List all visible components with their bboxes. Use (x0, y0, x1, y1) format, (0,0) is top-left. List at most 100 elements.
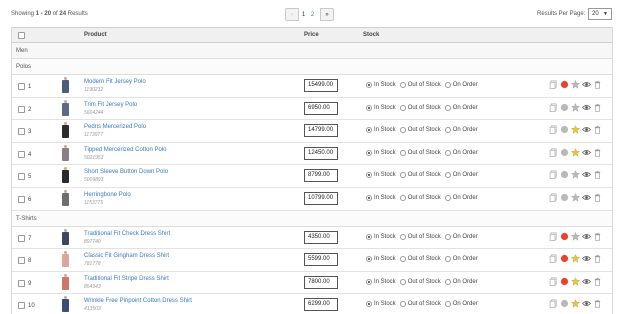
product-name-link[interactable]: Modern Fit Jersey Polo (84, 79, 146, 85)
delete-trash-icon[interactable] (593, 125, 602, 134)
on-order-radio[interactable]: On Order (444, 104, 478, 111)
delete-trash-icon[interactable] (593, 299, 602, 308)
product-name-link[interactable]: Herringbone Polo (84, 192, 131, 198)
status-dot-icon[interactable] (560, 254, 569, 263)
status-dot-icon[interactable] (560, 299, 569, 308)
featured-star-icon[interactable] (571, 147, 580, 157)
row-checkbox[interactable] (18, 257, 25, 265)
product-thumbnail[interactable] (61, 99, 70, 117)
out-of-stock-radio[interactable]: Out of Stock (399, 256, 441, 263)
row-checkbox[interactable] (18, 195, 25, 203)
on-order-radio[interactable]: On Order (444, 256, 478, 263)
out-of-stock-radio[interactable]: Out of Stock (399, 278, 441, 285)
status-dot-icon[interactable] (560, 125, 569, 134)
product-name-link[interactable]: Traditional Fit Check Dress Shirt (84, 231, 170, 237)
copy-icon[interactable] (549, 148, 558, 157)
delete-trash-icon[interactable] (593, 277, 602, 286)
in-stock-radio[interactable]: In Stock (366, 172, 396, 179)
select-all-checkbox[interactable] (18, 32, 25, 39)
price-input[interactable]: 14799.00 (304, 124, 338, 138)
row-checkbox[interactable] (18, 279, 25, 287)
per-page-select[interactable]: 20 ▼ (588, 8, 612, 20)
on-order-radio[interactable]: On Order (444, 149, 478, 156)
out-of-stock-radio[interactable]: Out of Stock (399, 82, 441, 88)
copy-icon[interactable] (549, 170, 558, 180)
delete-trash-icon[interactable] (593, 254, 602, 263)
on-order-radio[interactable]: On Order (444, 194, 478, 201)
product-thumbnail[interactable] (61, 122, 70, 139)
status-dot-icon[interactable] (560, 232, 569, 241)
product-thumbnail[interactable] (61, 273, 70, 291)
price-input[interactable]: 6950.00 (304, 101, 338, 115)
copy-icon[interactable] (549, 232, 558, 241)
in-stock-radio[interactable]: In Stock (366, 104, 396, 111)
product-thumbnail[interactable] (61, 296, 70, 313)
in-stock-radio[interactable]: In Stock (366, 149, 396, 156)
status-dot-icon[interactable] (560, 170, 569, 179)
view-eye-icon[interactable] (582, 125, 591, 134)
product-thumbnail[interactable] (61, 144, 70, 162)
view-eye-icon[interactable] (582, 232, 591, 241)
featured-star-icon[interactable] (571, 102, 580, 112)
in-stock-radio[interactable]: In Stock (366, 82, 396, 88)
status-dot-icon[interactable] (560, 193, 569, 202)
featured-star-icon[interactable] (571, 170, 580, 180)
copy-icon[interactable] (549, 103, 558, 112)
on-order-radio[interactable]: On Order (444, 278, 478, 285)
copy-icon[interactable] (549, 299, 558, 309)
featured-star-icon[interactable] (571, 231, 580, 241)
delete-trash-icon[interactable] (593, 148, 602, 157)
on-order-radio[interactable]: On Order (444, 172, 478, 179)
in-stock-radio[interactable]: In Stock (366, 256, 396, 263)
price-input[interactable]: 10799.00 (304, 191, 338, 205)
featured-star-icon[interactable] (571, 299, 580, 309)
product-thumbnail[interactable] (61, 77, 70, 94)
row-checkbox[interactable] (18, 302, 25, 310)
row-checkbox[interactable] (18, 234, 25, 242)
product-name-link[interactable]: Trim Fit Jersey Polo (84, 102, 137, 108)
view-eye-icon[interactable] (582, 170, 591, 179)
view-eye-icon[interactable] (582, 103, 591, 112)
out-of-stock-radio[interactable]: Out of Stock (399, 149, 441, 156)
on-order-radio[interactable]: On Order (444, 233, 478, 240)
featured-star-icon[interactable] (571, 254, 580, 263)
copy-icon[interactable] (549, 125, 558, 135)
in-stock-radio[interactable]: In Stock (366, 301, 396, 308)
out-of-stock-radio[interactable]: Out of Stock (399, 233, 441, 240)
price-input[interactable]: 15499.00 (304, 79, 338, 92)
status-dot-icon[interactable] (560, 148, 569, 157)
in-stock-radio[interactable]: In Stock (366, 127, 396, 134)
delete-trash-icon[interactable] (593, 103, 602, 112)
product-name-link[interactable]: Traditional Fit Stripe Dress Shirt (84, 276, 169, 282)
featured-star-icon[interactable] (571, 276, 580, 286)
in-stock-radio[interactable]: In Stock (366, 233, 396, 240)
on-order-radio[interactable]: On Order (444, 301, 478, 308)
product-thumbnail[interactable] (61, 251, 70, 268)
featured-star-icon[interactable] (571, 125, 580, 134)
prev-page-button[interactable]: ‹ (285, 8, 299, 21)
status-dot-icon[interactable] (560, 103, 569, 112)
on-order-radio[interactable]: On Order (444, 82, 478, 88)
out-of-stock-radio[interactable]: Out of Stock (399, 127, 441, 134)
product-thumbnail[interactable] (61, 228, 70, 246)
copy-icon[interactable] (549, 254, 558, 264)
copy-icon[interactable] (549, 80, 558, 89)
status-dot-icon[interactable] (560, 277, 569, 286)
product-name-link[interactable]: Pedris Mercerized Polo (84, 124, 146, 130)
view-eye-icon[interactable] (582, 193, 591, 202)
price-input[interactable]: 5599.00 (304, 253, 338, 267)
product-thumbnail[interactable] (61, 167, 70, 184)
delete-trash-icon[interactable] (593, 193, 602, 202)
price-input[interactable]: 8799.00 (304, 169, 338, 183)
product-name-link[interactable]: Tipped Mercerized Cotton Polo (84, 147, 167, 153)
next-page-button[interactable]: » (320, 8, 334, 21)
row-checkbox[interactable] (18, 105, 25, 113)
row-checkbox[interactable] (18, 83, 25, 90)
delete-trash-icon[interactable] (593, 80, 602, 89)
page-2-link[interactable]: 2 (308, 8, 317, 21)
out-of-stock-radio[interactable]: Out of Stock (399, 301, 441, 308)
view-eye-icon[interactable] (582, 148, 591, 157)
view-eye-icon[interactable] (582, 254, 591, 263)
row-checkbox[interactable] (18, 173, 25, 181)
page-1-link[interactable]: 1 (299, 8, 308, 21)
